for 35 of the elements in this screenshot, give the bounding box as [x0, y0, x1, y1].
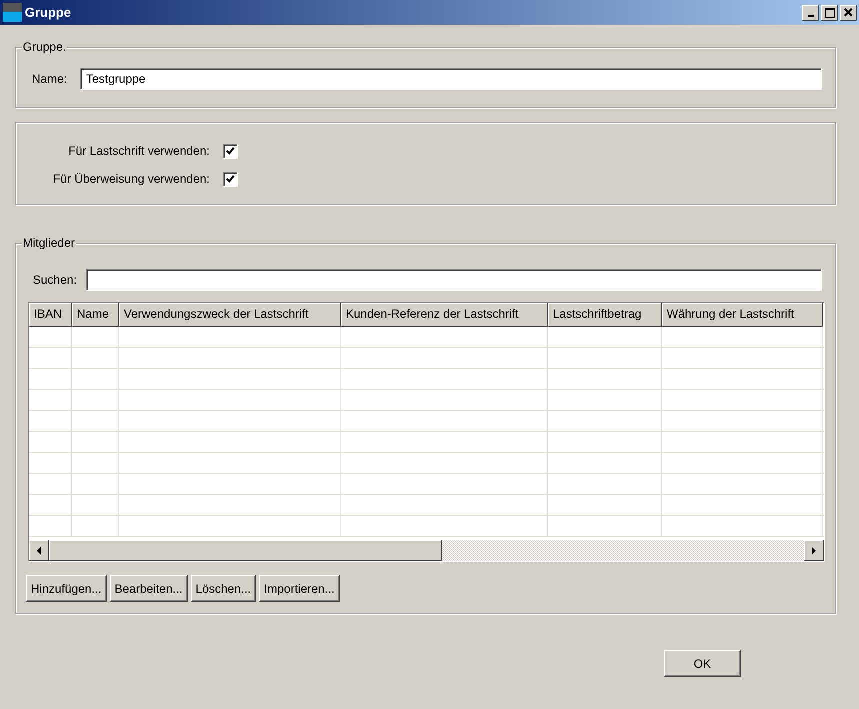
group-legend: Gruppe.: [22, 40, 68, 54]
search-label: Suchen:: [33, 272, 78, 289]
minimize-button[interactable]: [802, 4, 819, 20]
column-header[interactable]: IBAN: [29, 303, 72, 327]
checkbox[interactable]: [223, 172, 238, 186]
ok-button[interactable]: OK: [664, 650, 741, 677]
maximize-icon: [824, 8, 834, 18]
name-label: Name:: [32, 71, 68, 88]
app-icon: [3, 3, 22, 22]
scroll-left-icon[interactable]: [29, 540, 49, 561]
window-title: Gruppe: [25, 4, 72, 22]
option-label: Für Lastschrift verwenden:: [68, 143, 211, 160]
maximize-button[interactable]: [821, 4, 838, 20]
horizontal-scrollbar[interactable]: [29, 540, 824, 561]
close-icon: [844, 8, 853, 17]
check-icon: [226, 147, 235, 155]
column-header[interactable]: Verwendungszweck der Lastschrift: [119, 303, 341, 327]
members-legend: Mitglieder: [22, 236, 76, 250]
action-button[interactable]: Importieren...: [259, 575, 340, 602]
action-button[interactable]: Löschen...: [190, 575, 256, 602]
check-icon: [226, 175, 235, 183]
column-header[interactable]: Kunden-Referenz der Lastschrift: [341, 303, 548, 327]
scroll-right-icon[interactable]: [804, 540, 824, 561]
name-field[interactable]: Testgruppe: [80, 68, 822, 90]
search-field[interactable]: [86, 269, 822, 291]
option-label: Für Überweisung verwenden:: [52, 171, 211, 188]
scroll-thumb[interactable]: [49, 540, 442, 561]
minimize-icon: [808, 14, 814, 16]
column-header[interactable]: Währung der Lastschrift: [662, 303, 823, 327]
checkbox[interactable]: [223, 144, 238, 158]
action-button[interactable]: Hinzufügen...: [26, 575, 107, 602]
close-button[interactable]: [840, 4, 857, 20]
column-header[interactable]: Name: [72, 303, 119, 327]
action-button[interactable]: Bearbeiten...: [110, 575, 188, 602]
column-header[interactable]: Lastschriftbetrag: [548, 303, 662, 327]
